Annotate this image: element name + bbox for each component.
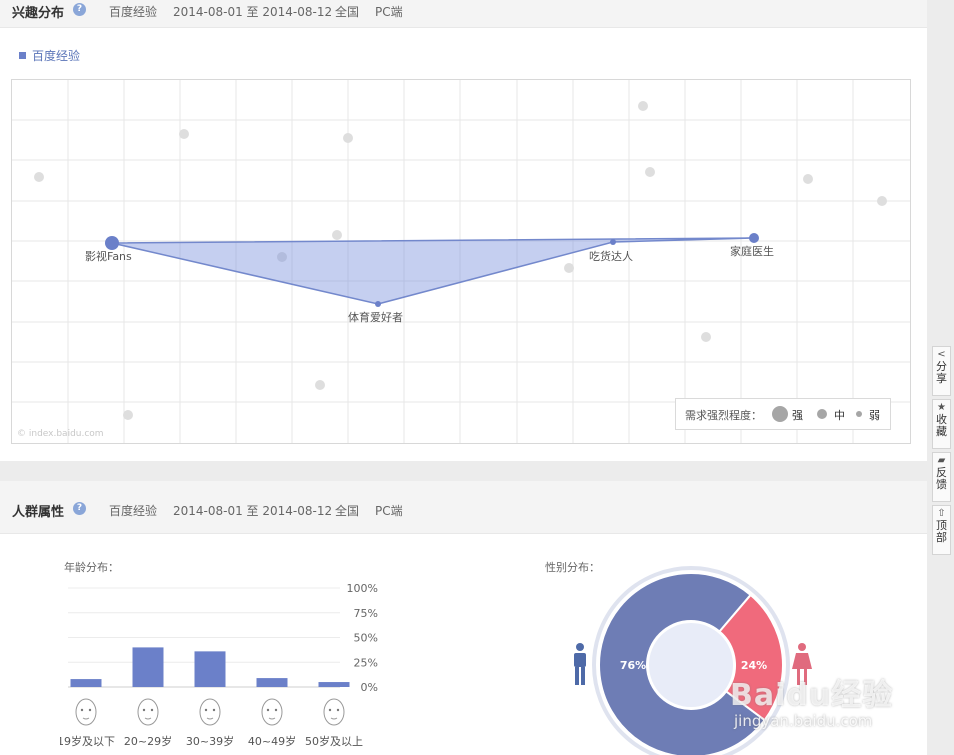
interest-title: 兴趣分布 [12, 6, 65, 21]
star-icon: ★ [937, 402, 946, 413]
age-ytick: 0% [361, 681, 378, 694]
page: 兴趣分布 ? 百度经验 2014-08-01 至 2014-08-12 全国 P… [0, 0, 927, 755]
legend-label: 百度经验 [32, 49, 81, 63]
donut-label: 76% [620, 659, 646, 672]
top-icon: ⇧ [937, 508, 946, 519]
age-ytick: 50% [354, 632, 378, 645]
section-gap [0, 461, 927, 481]
male-figure-icon [574, 643, 586, 685]
crowd-source[interactable]: 百度经验 [109, 502, 157, 519]
strength-weak: 弱 [869, 409, 880, 422]
share-label: 分享 [936, 360, 947, 385]
feedback-icon: ▰ [937, 455, 946, 466]
point-chihuo[interactable] [610, 239, 616, 245]
crowd-title: 人群属性 [12, 505, 65, 520]
legend-swatch [19, 52, 26, 59]
bg-dot [645, 167, 655, 177]
crowd-device[interactable]: PC端 [375, 502, 403, 519]
age-face-icon [199, 698, 221, 726]
age-category-label: 40~49岁 [248, 734, 296, 748]
age-face-icon [137, 698, 159, 726]
bg-dot [179, 129, 189, 139]
age-bar[interactable] [318, 682, 350, 687]
interest-area [111, 237, 755, 305]
interest-plot: 影视Fans 体育爱好者 吃货达人 家庭医生 © index.baidu.com… [11, 79, 911, 444]
age-bars [70, 647, 350, 687]
interest-device[interactable]: PC端 [375, 3, 403, 20]
share-icon: < [937, 349, 946, 360]
feedback-button[interactable]: ▰ 反馈 [932, 452, 951, 502]
mid-dot-icon [817, 409, 827, 419]
point-tiyu[interactable] [375, 301, 381, 307]
age-face-icon [75, 698, 97, 726]
help-icon[interactable]: ? [73, 502, 86, 515]
baidu-watermark-url: jingyan.baidu.com [734, 712, 873, 730]
bg-dot [123, 410, 133, 420]
age-ytick: 100% [347, 582, 378, 595]
help-icon[interactable]: ? [73, 3, 86, 16]
strength-strong: 强 [792, 409, 803, 422]
crowd-date-range[interactable]: 2014-08-01 至 2014-08-12 [173, 502, 332, 519]
bg-dot [332, 230, 342, 240]
crowd-header: 人群属性 ? 百度经验 2014-08-01 至 2014-08-12 全国 P… [0, 481, 927, 534]
age-chart: 100% 75% 50% 25% 0% 19岁及以下 20~29岁 30~39岁 40~49岁… [60, 582, 378, 748]
bg-dot [34, 172, 44, 182]
age-faces [75, 698, 345, 726]
crowd-region[interactable]: 全国 [335, 502, 359, 519]
bg-dot [315, 380, 325, 390]
age-face-icon [261, 698, 283, 726]
index-watermark: © index.baidu.com [17, 429, 104, 439]
bg-dot [803, 174, 813, 184]
age-face-icon [323, 698, 345, 726]
age-labels: 19岁及以下 20~29岁 30~39岁 40~49岁 50岁及以上 [60, 734, 363, 748]
top-label: 顶部 [936, 519, 947, 544]
point-jiating[interactable] [749, 233, 759, 243]
bg-dot [638, 101, 648, 111]
interest-source[interactable]: 百度经验 [109, 3, 157, 20]
age-bar[interactable] [256, 678, 288, 687]
favorite-label: 收藏 [936, 413, 947, 438]
bg-dot [877, 196, 887, 206]
interest-header: 兴趣分布 ? 百度经验 2014-08-01 至 2014-08-12 全国 P… [0, 0, 927, 28]
baidu-watermark-logo: Baidu经验 [730, 678, 894, 713]
point-label-yingshi: 影视Fans [85, 249, 132, 263]
age-category-label: 50岁及以上 [305, 734, 363, 748]
point-label-tiyu: 体育爱好者 [348, 310, 403, 324]
feedback-label: 反馈 [936, 466, 947, 491]
bg-dot [564, 263, 574, 273]
bg-dot [701, 332, 711, 342]
point-label-jiating: 家庭医生 [730, 244, 774, 258]
top-button[interactable]: ⇧ 顶部 [932, 505, 951, 555]
strength-legend: 需求强烈程度： 强 中 弱 [675, 398, 891, 430]
age-category-label: 20~29岁 [124, 734, 172, 748]
series-legend[interactable]: 百度经验 [19, 47, 80, 64]
age-category-label: 19岁及以下 [60, 734, 115, 748]
interest-date-range[interactable]: 2014-08-01 至 2014-08-12 [173, 3, 332, 20]
point-label-chihuo: 吃货达人 [589, 249, 633, 263]
age-title: 年龄分布： [64, 561, 119, 574]
donut-center [649, 623, 733, 707]
strength-mid: 中 [834, 409, 845, 422]
age-category-label: 30~39岁 [186, 734, 234, 748]
interest-region[interactable]: 全国 [335, 3, 359, 20]
strong-dot-icon [772, 406, 788, 422]
share-button[interactable]: < 分享 [932, 346, 951, 396]
age-bar[interactable] [194, 651, 226, 687]
age-ytick: 25% [354, 656, 378, 669]
strength-label: 需求强烈程度： [685, 409, 762, 422]
age-ytick: 75% [354, 607, 378, 620]
point-yingshi[interactable] [105, 236, 119, 250]
interest-svg: 影视Fans 体育爱好者 吃货达人 家庭医生 [12, 80, 910, 443]
favorite-button[interactable]: ★ 收藏 [932, 399, 951, 449]
age-bar[interactable] [70, 679, 102, 687]
age-bar[interactable] [132, 647, 164, 687]
weak-dot-icon [856, 411, 862, 417]
bg-dot [343, 133, 353, 143]
